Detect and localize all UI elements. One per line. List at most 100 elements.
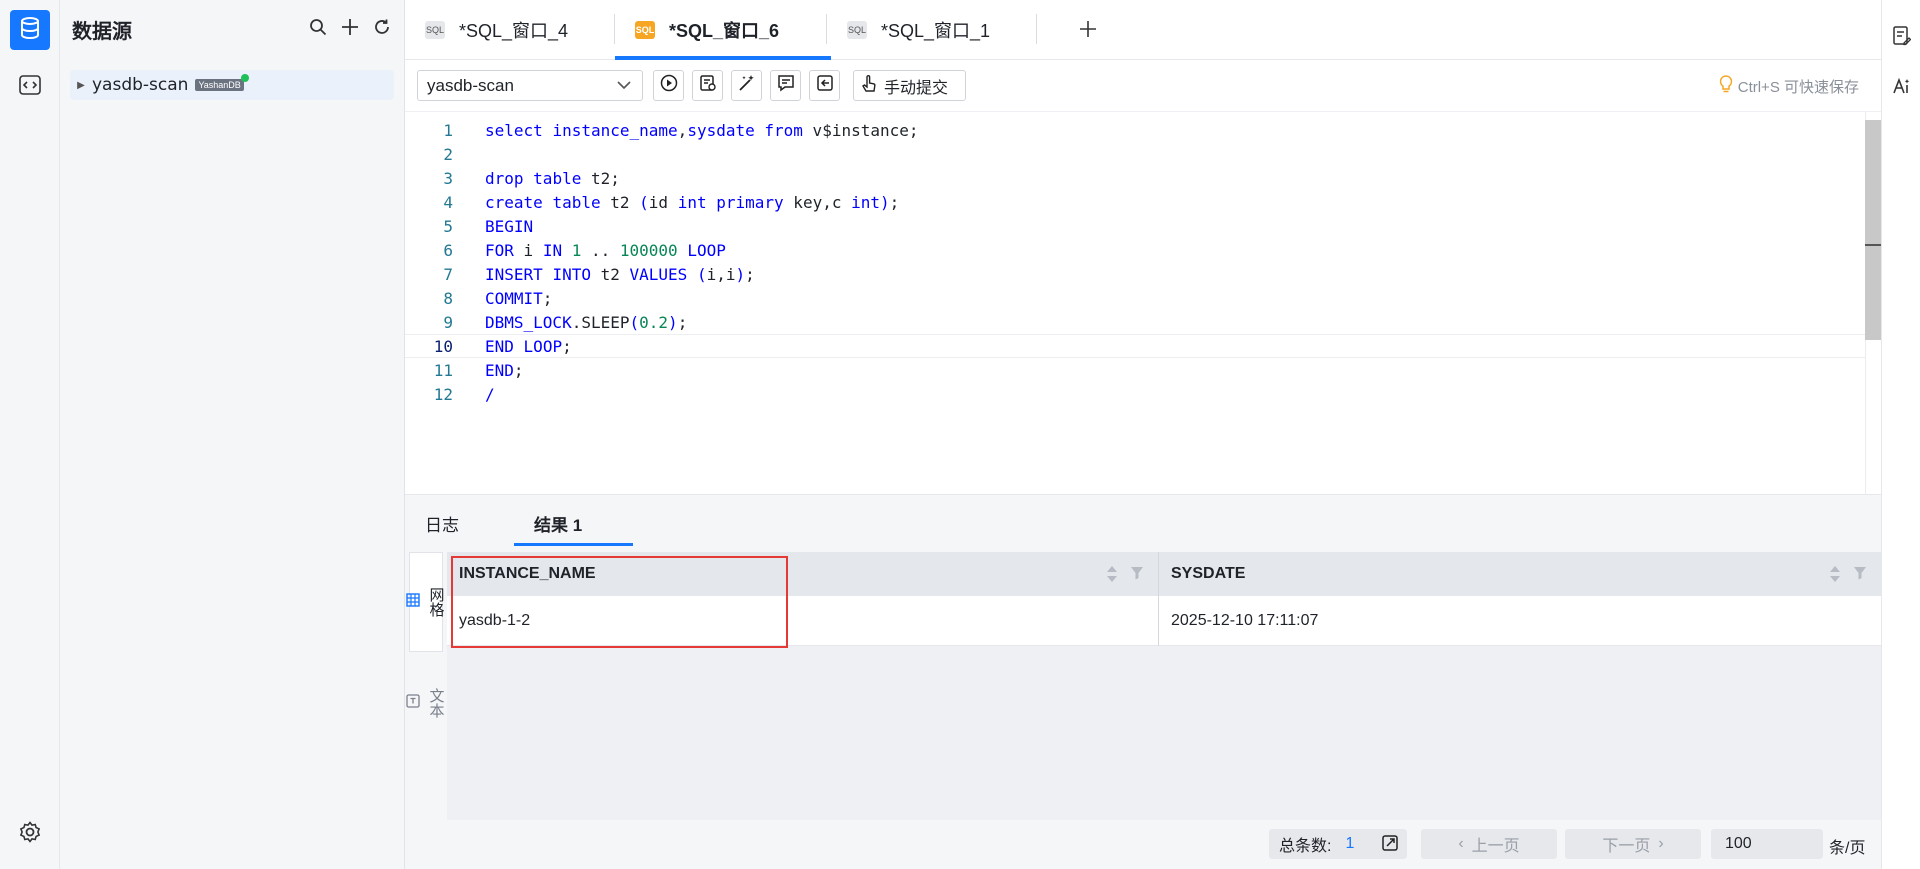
play-circle-icon (660, 74, 678, 97)
total-count: 总条数: 1 (1269, 829, 1407, 859)
page-size-value: 100 (1725, 835, 1752, 852)
settings-button[interactable] (16, 820, 44, 848)
view-tab-text[interactable]: 文本 (405, 668, 445, 738)
right-icon-rail (1881, 0, 1920, 869)
manual-commit-button[interactable]: 手动提交 (853, 70, 966, 101)
save-hint: Ctrl+S 可快速保存 (1719, 75, 1859, 97)
database-icon (19, 16, 41, 45)
tab-sql-window-4[interactable]: SQL *SQL_窗口_4 (425, 0, 568, 60)
editor-toolbar: yasdb-scan 手动提交 Ctrl+S 可快速保存 (405, 60, 1881, 112)
ai-assistant-icon[interactable] (1892, 76, 1912, 96)
next-page-button[interactable]: 下一页 › (1565, 829, 1701, 859)
grid-icon (405, 593, 420, 611)
code-line: 6 FOR i IN 1 .. 100000 LOOP (405, 238, 1865, 262)
column-header-sysdate[interactable]: SYSDATE (1159, 552, 1881, 596)
line-number: 8 (443, 288, 453, 308)
prev-page-label: 上一页 (1471, 838, 1520, 855)
tab-sql-window-6[interactable]: SQL *SQL_窗口_6 (615, 0, 831, 60)
code-bracket-icon (19, 74, 41, 100)
caret-right-icon[interactable]: ▶ (70, 80, 92, 91)
comment-button[interactable] (770, 70, 801, 101)
code-line: 7 INSERT INTO t2 VALUES (i,i); (405, 262, 1865, 286)
result-tabs-bar: 日志 结果 1 (405, 494, 1881, 547)
add-tab-button[interactable] (1073, 14, 1103, 44)
view-tab-grid[interactable]: 网格 (405, 552, 445, 652)
tab-divider (614, 14, 615, 44)
code-line: 3 drop table t2; (405, 166, 1865, 190)
line-number: 6 (443, 240, 453, 260)
sort-icon[interactable] (1106, 565, 1118, 588)
line-number: 1 (443, 120, 453, 140)
column-header-label: SYSDATE (1171, 565, 1246, 582)
code-line: 8 COMMIT; (405, 286, 1865, 310)
page-size-input[interactable]: 100 (1711, 829, 1823, 859)
line-number: 10 (433, 336, 453, 356)
code-line: 2 (405, 142, 1865, 166)
chevron-right-icon: › (1658, 835, 1664, 852)
document-edit-icon[interactable] (1892, 26, 1912, 46)
code-line: 9 DBMS_LOCK.SLEEP(0.2); (405, 310, 1865, 334)
line-number: 4 (443, 192, 453, 212)
connection-select[interactable]: yasdb-scan (417, 70, 643, 101)
connection-select-value: yasdb-scan (427, 75, 514, 95)
history-button[interactable] (809, 70, 840, 101)
editor-scrollbar-thumb[interactable] (1865, 120, 1881, 340)
db-type-badge-label: YashanDB (198, 80, 241, 90)
refresh-icon[interactable] (372, 17, 392, 37)
view-tab-grid-label: 网格 (427, 587, 445, 617)
filter-icon[interactable] (1853, 566, 1867, 585)
run-button[interactable] (653, 70, 684, 101)
code-line-current: 10 END LOOP; (405, 334, 1865, 358)
datasource-toolbar (308, 17, 392, 37)
explain-plan-icon (699, 74, 717, 97)
explain-button[interactable] (692, 70, 723, 101)
chevron-down-icon (616, 77, 632, 98)
prev-page-button[interactable]: ‹ 上一页 (1421, 829, 1557, 859)
datasource-node-name: yasdb-scan (92, 75, 189, 95)
line-number: 12 (433, 384, 453, 404)
format-button[interactable] (731, 70, 762, 101)
left-icon-rail (0, 0, 60, 869)
database-nav-button[interactable] (10, 10, 50, 50)
cell-value: 2025-12-10 17:11:07 (1171, 611, 1319, 629)
highlight-box (451, 556, 788, 648)
tab-result-1[interactable]: 结果 1 (534, 511, 582, 536)
total-count-label: 总条数: (1279, 838, 1332, 855)
line-number: 3 (443, 168, 453, 188)
tab-divider (826, 14, 827, 44)
datasource-tree-node[interactable]: ▶ yasdb-scan YashanDB (70, 70, 394, 100)
lightbulb-icon (1719, 75, 1733, 97)
app-root: 数据源 ▶ yasdb-scan YashanDB SQL *SQL_窗口_4 … (0, 0, 1920, 869)
next-page-label: 下一页 (1602, 838, 1651, 855)
code-line-9: DBMS_LOCK.SLEEP(0.2); (485, 312, 688, 332)
total-count-value: 1 (1345, 835, 1355, 852)
tab-sql-window-1[interactable]: SQL *SQL_窗口_1 (847, 0, 990, 60)
sql-editor[interactable]: 1 select instance_name,sysdate from v$ins… (405, 112, 1881, 494)
code-line-12: / (485, 384, 495, 404)
code-line: 5 BEGIN (405, 214, 1865, 238)
editor-tabs-bar: SQL *SQL_窗口_4 SQL *SQL_窗口_6 SQL *SQL_窗口_… (405, 0, 1881, 60)
code-line-7: INSERT INTO t2 VALUES (i,i); (485, 264, 755, 284)
tab-label: *SQL_窗口_4 (459, 21, 569, 41)
filter-icon[interactable] (1130, 566, 1144, 585)
manual-commit-label: 手动提交 (884, 79, 949, 97)
add-icon[interactable] (340, 17, 360, 37)
search-icon[interactable] (308, 17, 328, 37)
tab-log[interactable]: 日志 (425, 511, 459, 536)
datasource-title: 数据源 (72, 19, 132, 43)
tab-label: *SQL_窗口_1 (881, 21, 991, 41)
tab-label: *SQL_窗口_6 (669, 21, 780, 41)
comment-icon (777, 74, 795, 97)
table-cell[interactable]: 2025-12-10 17:11:07 (1159, 596, 1881, 646)
scrollbar-cursor-marker (1865, 244, 1881, 246)
code-line: 4 create table t2 (id int primary key,c i… (405, 190, 1865, 214)
code-line: 12 / (405, 382, 1865, 406)
export-icon[interactable] (1381, 834, 1399, 857)
db-type-badge: YashanDB (195, 74, 249, 91)
sort-icon[interactable] (1829, 565, 1841, 588)
history-icon (816, 74, 834, 97)
code-nav-button[interactable] (16, 74, 44, 100)
pagination-bar: 总条数: 1 ‹ 上一页 下一页 › 100 条/页 (405, 820, 1881, 869)
gear-icon (18, 820, 42, 849)
sql-file-icon: SQL (635, 21, 655, 39)
